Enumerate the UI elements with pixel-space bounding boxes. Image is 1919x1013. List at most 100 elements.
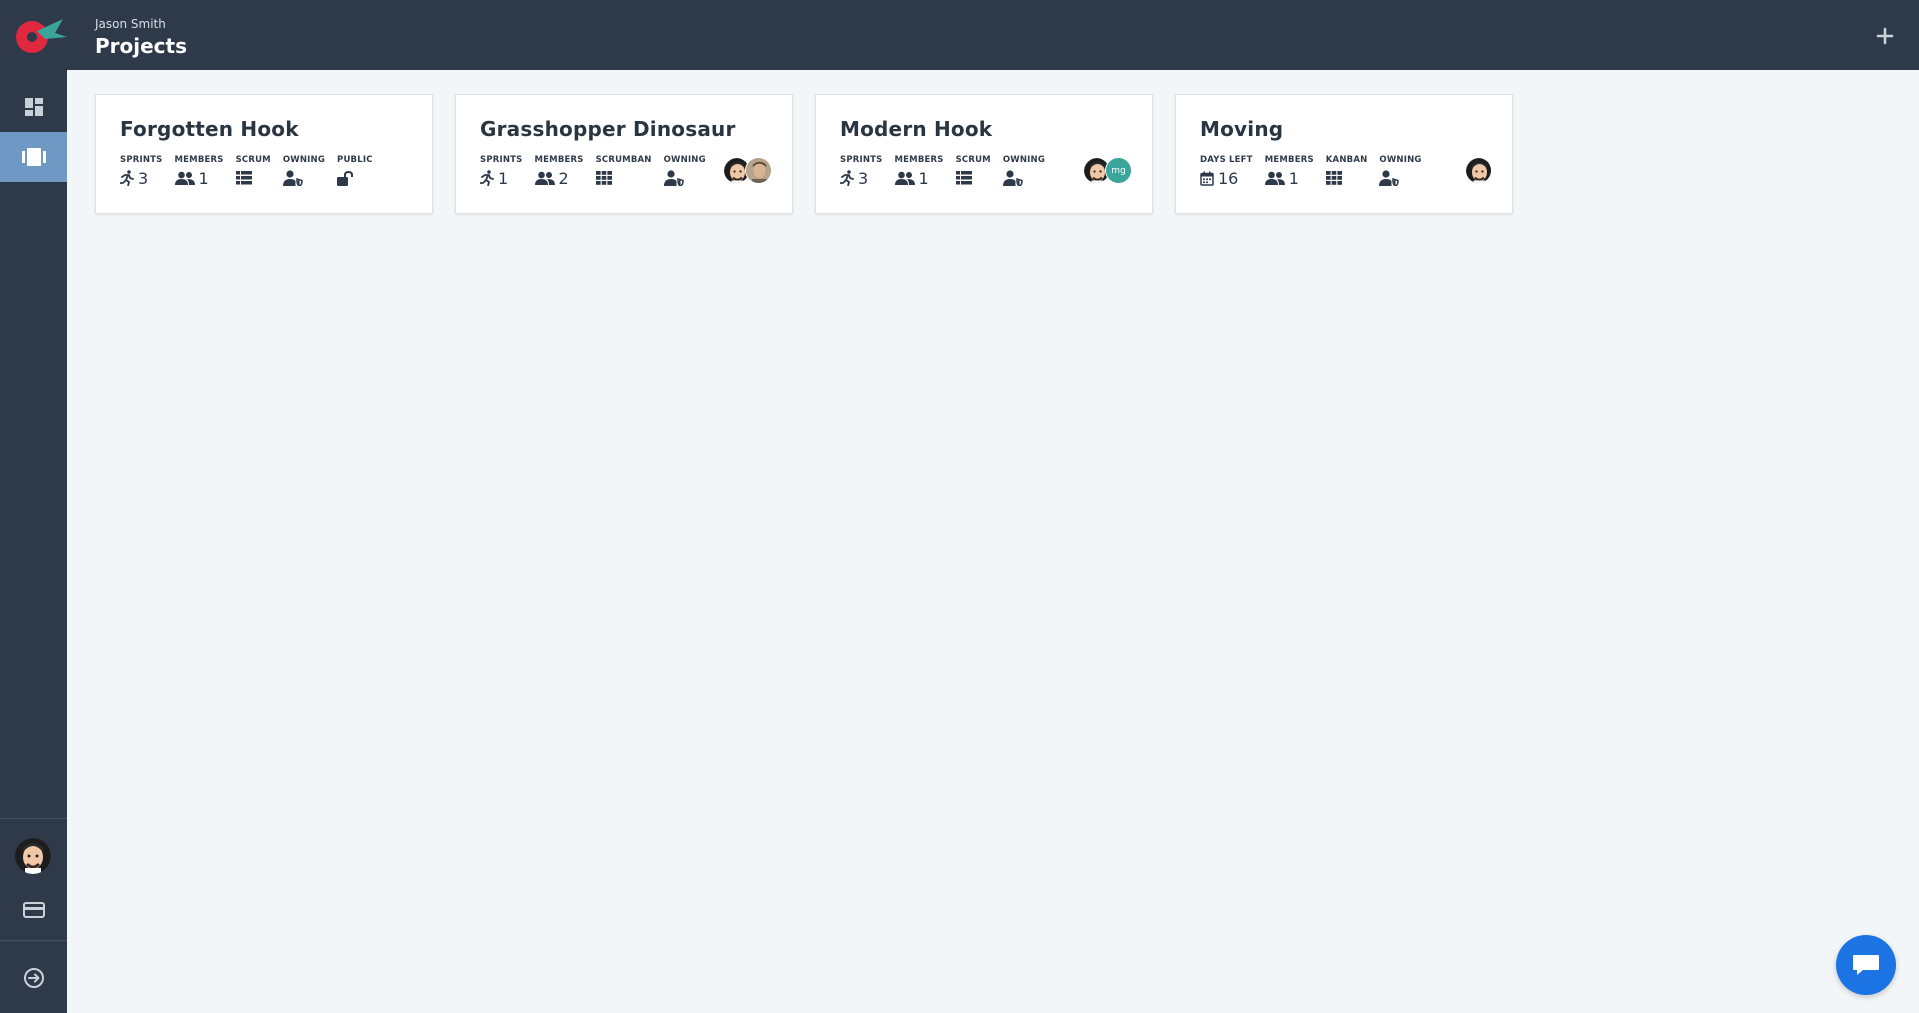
project-title[interactable]: Grasshopper Dinosaur xyxy=(480,117,736,141)
profile-avatar[interactable] xyxy=(15,838,51,874)
list-icon xyxy=(235,171,252,185)
stat-sprints: SPRINTS 3 xyxy=(120,155,163,188)
stat-label: MEMBERS xyxy=(894,155,944,165)
member-avatars: mg xyxy=(1083,157,1132,184)
stat-members: MEMBERS 1 xyxy=(174,155,224,188)
stat-value xyxy=(235,168,252,188)
stat-members: MEMBERS 2 xyxy=(534,155,584,188)
user-shield-icon xyxy=(663,170,684,186)
running-icon xyxy=(480,170,494,186)
stat-kanban: KANBAN xyxy=(1325,155,1368,188)
stat-value xyxy=(663,168,684,188)
project-card[interactable]: Modern Hook SPRINTS 3 MEMBERS 1 SCRUM OWNING mg xyxy=(815,94,1153,214)
project-title[interactable]: Forgotten Hook xyxy=(120,117,299,141)
running-icon xyxy=(840,170,854,186)
stat-scrumban: SCRUMBAN xyxy=(595,155,652,188)
credit-card-icon xyxy=(22,902,45,918)
stat-value: 1 xyxy=(174,168,209,188)
stat-scrum: SCRUM xyxy=(235,155,271,188)
user-shield-icon xyxy=(1002,170,1023,186)
project-title[interactable]: Moving xyxy=(1200,117,1283,141)
stat-label: SCRUM xyxy=(955,155,991,165)
logout-icon xyxy=(23,968,44,988)
user-shield-icon xyxy=(1379,170,1400,186)
project-stats: SPRINTS 3 MEMBERS 1 SCRUM OWNING PUBLIC xyxy=(120,155,373,188)
stat-members: MEMBERS 1 xyxy=(1264,155,1314,188)
list-icon xyxy=(955,171,972,185)
project-card[interactable]: Forgotten Hook SPRINTS 3 MEMBERS 1 SCRUM OWNIN… xyxy=(95,94,433,214)
stat-value xyxy=(282,168,303,188)
stat-members: MEMBERS 1 xyxy=(894,155,944,188)
stat-label: OWNING xyxy=(1379,155,1422,165)
member-avatar[interactable] xyxy=(1465,157,1492,184)
stat-number: 3 xyxy=(858,168,869,188)
sidebar-item-projects[interactable] xyxy=(0,132,67,182)
stat-owning: OWNING xyxy=(282,155,326,188)
stat-value: 2 xyxy=(534,168,569,188)
users-icon xyxy=(1264,171,1285,185)
chat-bubble-icon xyxy=(1853,955,1879,975)
member-avatars xyxy=(1465,157,1492,184)
chat-button[interactable] xyxy=(1836,935,1896,995)
dashboard-icon xyxy=(24,98,43,116)
stat-public: PUBLIC xyxy=(337,155,373,188)
stat-owning: OWNING xyxy=(1002,155,1046,188)
project-title[interactable]: Modern Hook xyxy=(840,117,992,141)
sidebar-item-dashboard[interactable] xyxy=(0,82,67,132)
project-stats: SPRINTS 3 MEMBERS 1 SCRUM OWNING xyxy=(840,155,1045,188)
stat-owning: OWNING xyxy=(663,155,706,188)
member-avatars xyxy=(723,157,772,184)
stat-label: DAYS LEFT xyxy=(1200,155,1253,165)
sidebar-item-billing[interactable] xyxy=(0,885,67,935)
stat-value xyxy=(1002,168,1023,188)
running-icon xyxy=(120,170,134,186)
sidebar-divider-bottom xyxy=(0,940,67,941)
stat-value: 1 xyxy=(480,168,508,188)
stat-number: 16 xyxy=(1218,168,1239,188)
sidebar-divider xyxy=(0,818,67,819)
plus-icon xyxy=(1876,27,1894,45)
top-header: Jason Smith Projects xyxy=(0,0,1919,70)
sidebar xyxy=(0,70,67,1013)
board-icon xyxy=(21,148,46,166)
member-avatar[interactable] xyxy=(745,157,772,184)
unlock-icon xyxy=(337,170,354,186)
stat-value xyxy=(595,168,612,188)
stat-label: SCRUM xyxy=(235,155,271,165)
stat-label: SPRINTS xyxy=(480,155,523,165)
sidebar-item-logout[interactable] xyxy=(0,953,67,1003)
stat-label: OWNING xyxy=(1002,155,1046,165)
stat-label: OWNING xyxy=(282,155,326,165)
stat-number: 1 xyxy=(498,168,509,188)
stat-value: 1 xyxy=(1264,168,1299,188)
stat-label: OWNING xyxy=(663,155,706,165)
stat-value: 1 xyxy=(894,168,929,188)
stat-label: MEMBERS xyxy=(534,155,584,165)
stat-number: 1 xyxy=(918,168,929,188)
page-title: Projects xyxy=(95,34,188,58)
users-icon xyxy=(534,171,555,185)
project-card[interactable]: Grasshopper Dinosaur SPRINTS 1 MEMBERS 2 SCRU… xyxy=(455,94,793,214)
add-project-button[interactable] xyxy=(1873,24,1897,48)
member-avatar-initials[interactable]: mg xyxy=(1105,157,1132,184)
stat-sprints: SPRINTS 1 xyxy=(480,155,523,188)
stat-label: SCRUMBAN xyxy=(595,155,652,165)
stat-label: MEMBERS xyxy=(1264,155,1314,165)
stat-owning: OWNING xyxy=(1379,155,1421,188)
stat-value: 3 xyxy=(840,168,868,188)
app-logo[interactable] xyxy=(15,15,67,55)
users-icon xyxy=(174,171,195,185)
stat-value xyxy=(1379,168,1400,188)
stat-number: 1 xyxy=(1288,168,1299,188)
stat-label: PUBLIC xyxy=(337,155,373,165)
stat-number: 2 xyxy=(558,168,569,188)
stat-value: 3 xyxy=(120,168,148,188)
stat-scrum: SCRUM xyxy=(955,155,991,188)
stat-days-left: DAYS LEFT 16 xyxy=(1200,155,1253,188)
project-stats: DAYS LEFT 16 MEMBERS 1 KANBAN OWNING xyxy=(1200,155,1422,188)
project-card[interactable]: Moving DAYS LEFT 16 MEMBERS 1 KANBAN OWNING xyxy=(1175,94,1513,214)
avatar xyxy=(15,838,51,874)
grid-icon xyxy=(1325,171,1342,185)
users-icon xyxy=(894,171,915,185)
calendar-icon xyxy=(1200,171,1214,186)
